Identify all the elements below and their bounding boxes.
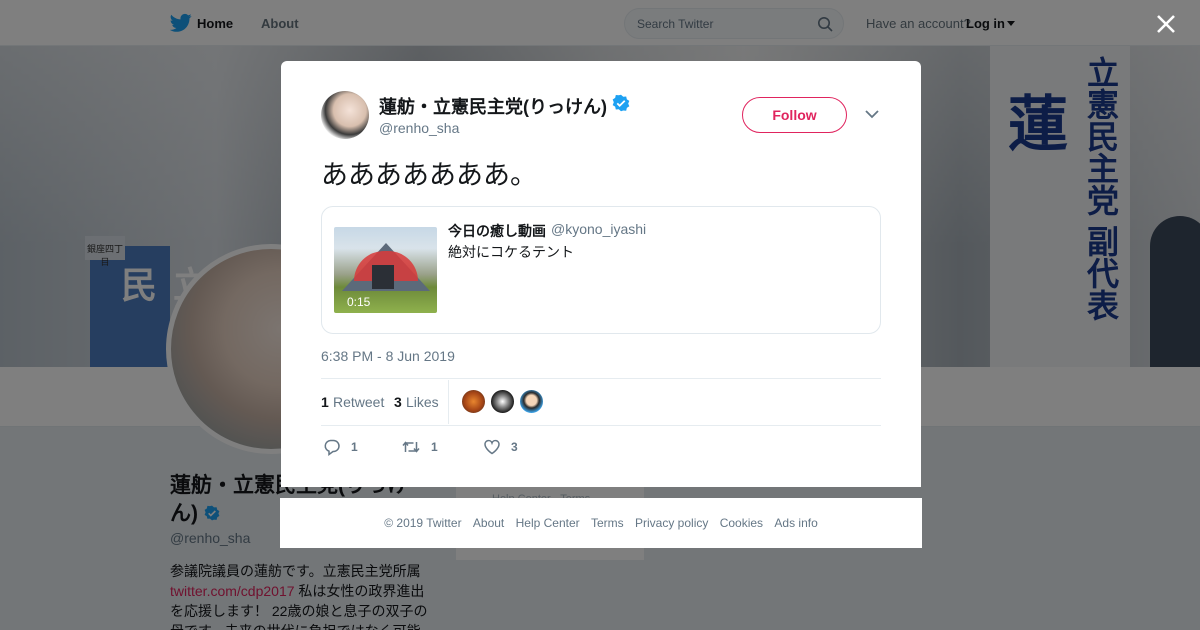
tweet-modal: 蓮舫・立憲民主党(りっけん) @renho_sha Follow あああああああ… <box>281 61 921 487</box>
like-stat-count[interactable]: 3 <box>394 394 402 410</box>
like-count[interactable]: 3 <box>511 440 518 454</box>
tweet-text: あああああああ。 <box>321 160 537 191</box>
tweet-timestamp[interactable]: 6:38 PM - 8 Jun 2019 <box>321 348 455 364</box>
tent-door-shape <box>372 265 394 289</box>
reply-count[interactable]: 1 <box>351 440 358 454</box>
quoted-tweet-card[interactable]: 0:15 今日の癒し動画 @kyono_iyashi 絶対にコケるテント <box>321 206 881 334</box>
retweet-stat-count[interactable]: 1 <box>321 394 329 410</box>
retweet-icon[interactable] <box>402 438 420 456</box>
video-duration: 0:15 <box>347 295 371 309</box>
follow-button[interactable]: Follow <box>742 97 847 133</box>
quoted-tweet-text: 絶対にコケるテント <box>448 244 574 260</box>
video-thumbnail[interactable]: 0:15 <box>334 227 437 313</box>
footer-about-link[interactable]: About <box>473 516 504 530</box>
footer-privacy-link[interactable]: Privacy policy <box>635 516 708 530</box>
like-stat-label[interactable]: Likes <box>406 394 439 410</box>
liker-avatar[interactable] <box>461 389 486 414</box>
reply-icon[interactable] <box>323 438 341 456</box>
tweet-actions: 1 1 3 <box>321 434 881 460</box>
stats-divider <box>448 380 449 424</box>
footer-terms-link[interactable]: Terms <box>591 516 624 530</box>
liker-avatar[interactable] <box>519 389 544 414</box>
close-icon[interactable] <box>1155 13 1177 35</box>
footer-links: © 2019 Twitter About Help Center Terms P… <box>280 516 922 530</box>
footer-ads-link[interactable]: Ads info <box>774 516 817 530</box>
author-handle[interactable]: @renho_sha <box>379 120 459 136</box>
retweet-count[interactable]: 1 <box>431 440 438 454</box>
chevron-down-icon[interactable] <box>865 109 879 119</box>
footer-help-link[interactable]: Help Center <box>516 516 580 530</box>
liker-avatar[interactable] <box>490 389 515 414</box>
quoted-author-handle: @kyono_iyashi <box>551 221 647 237</box>
quoted-author-name: 今日の癒し動画 <box>448 223 546 239</box>
author-avatar[interactable] <box>321 91 369 139</box>
footer-copyright: © 2019 Twitter <box>384 516 462 530</box>
heart-icon[interactable] <box>483 438 501 456</box>
tweet-stats: 1 Retweet 3 Likes <box>321 378 881 426</box>
retweet-stat-label[interactable]: Retweet <box>333 394 384 410</box>
author-name[interactable]: 蓮舫・立憲民主党(りっけん) <box>379 93 607 119</box>
verified-badge-icon <box>612 94 630 112</box>
footer-cookies-link[interactable]: Cookies <box>720 516 763 530</box>
modal-footer: © 2019 Twitter About Help Center Terms P… <box>280 498 922 548</box>
